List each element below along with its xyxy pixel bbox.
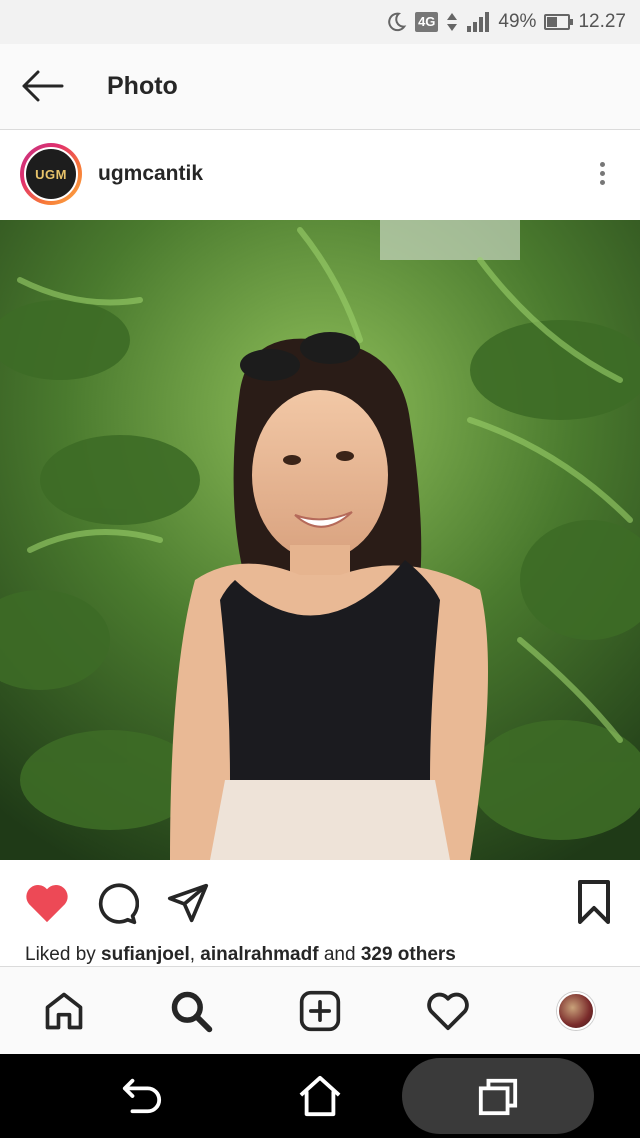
likes-prefix: Liked by [25, 944, 102, 965]
network-type-badge: 4G [415, 12, 439, 32]
recents-icon [478, 1078, 518, 1116]
signal-icon [467, 12, 490, 32]
add-icon [299, 990, 341, 1032]
system-back-button[interactable] [114, 1072, 170, 1120]
photo-image [0, 220, 640, 860]
status-icons: 4G 49% 12.27 [385, 0, 626, 44]
share-icon [167, 883, 209, 923]
back-button[interactable] [18, 66, 66, 106]
post-photo[interactable] [0, 220, 640, 860]
author-avatar[interactable]: UGM [20, 143, 82, 205]
heart-icon [427, 992, 469, 1031]
avatar-logo: UGM [24, 147, 78, 201]
post-actions [0, 860, 640, 940]
page-title: Photo [107, 72, 178, 100]
arrow-left-icon [22, 70, 64, 102]
bookmark-icon [578, 880, 610, 924]
likes-others-link[interactable]: 329 others [361, 944, 456, 965]
search-icon [171, 991, 213, 1033]
heart-filled-icon [26, 885, 68, 923]
likes-summary: Liked by sufianjoel, ainalrahmadf and 32… [25, 944, 456, 965]
battery-percent: 49% [498, 11, 537, 32]
clock: 12.27 [578, 11, 626, 32]
author-username[interactable]: ugmcantik [98, 162, 203, 186]
comment-button[interactable] [95, 882, 140, 931]
nav-activity[interactable] [424, 987, 472, 1035]
app-header: Photo [0, 44, 640, 130]
back-icon [122, 1078, 162, 1114]
data-arrows-icon [447, 13, 458, 31]
more-vertical-icon [599, 162, 605, 167]
liker-username[interactable]: ainalrahmadf [200, 944, 318, 965]
more-options-button[interactable] [594, 158, 610, 192]
battery-icon [544, 14, 574, 30]
system-home-button[interactable] [292, 1072, 348, 1120]
like-button[interactable] [24, 882, 70, 929]
liker-username[interactable]: sufianjoel [101, 944, 190, 965]
comment-icon [98, 883, 140, 925]
moon-icon [388, 12, 407, 32]
post-header: UGM ugmcantik [0, 130, 640, 220]
nav-profile[interactable] [552, 987, 600, 1035]
nav-home[interactable] [40, 987, 88, 1035]
save-button[interactable] [576, 880, 612, 929]
nav-add[interactable] [296, 987, 344, 1035]
share-button[interactable] [166, 882, 210, 929]
home-icon [45, 992, 83, 1030]
battery-fill [547, 17, 558, 27]
system-recents-button[interactable] [470, 1072, 526, 1120]
profile-avatar [557, 992, 595, 1030]
status-bar: 4G 49% 12.27 [0, 0, 640, 44]
home-icon [299, 1075, 341, 1117]
nav-search[interactable] [167, 987, 215, 1035]
system-nav-bar [0, 1054, 640, 1138]
bottom-nav [0, 966, 640, 1054]
